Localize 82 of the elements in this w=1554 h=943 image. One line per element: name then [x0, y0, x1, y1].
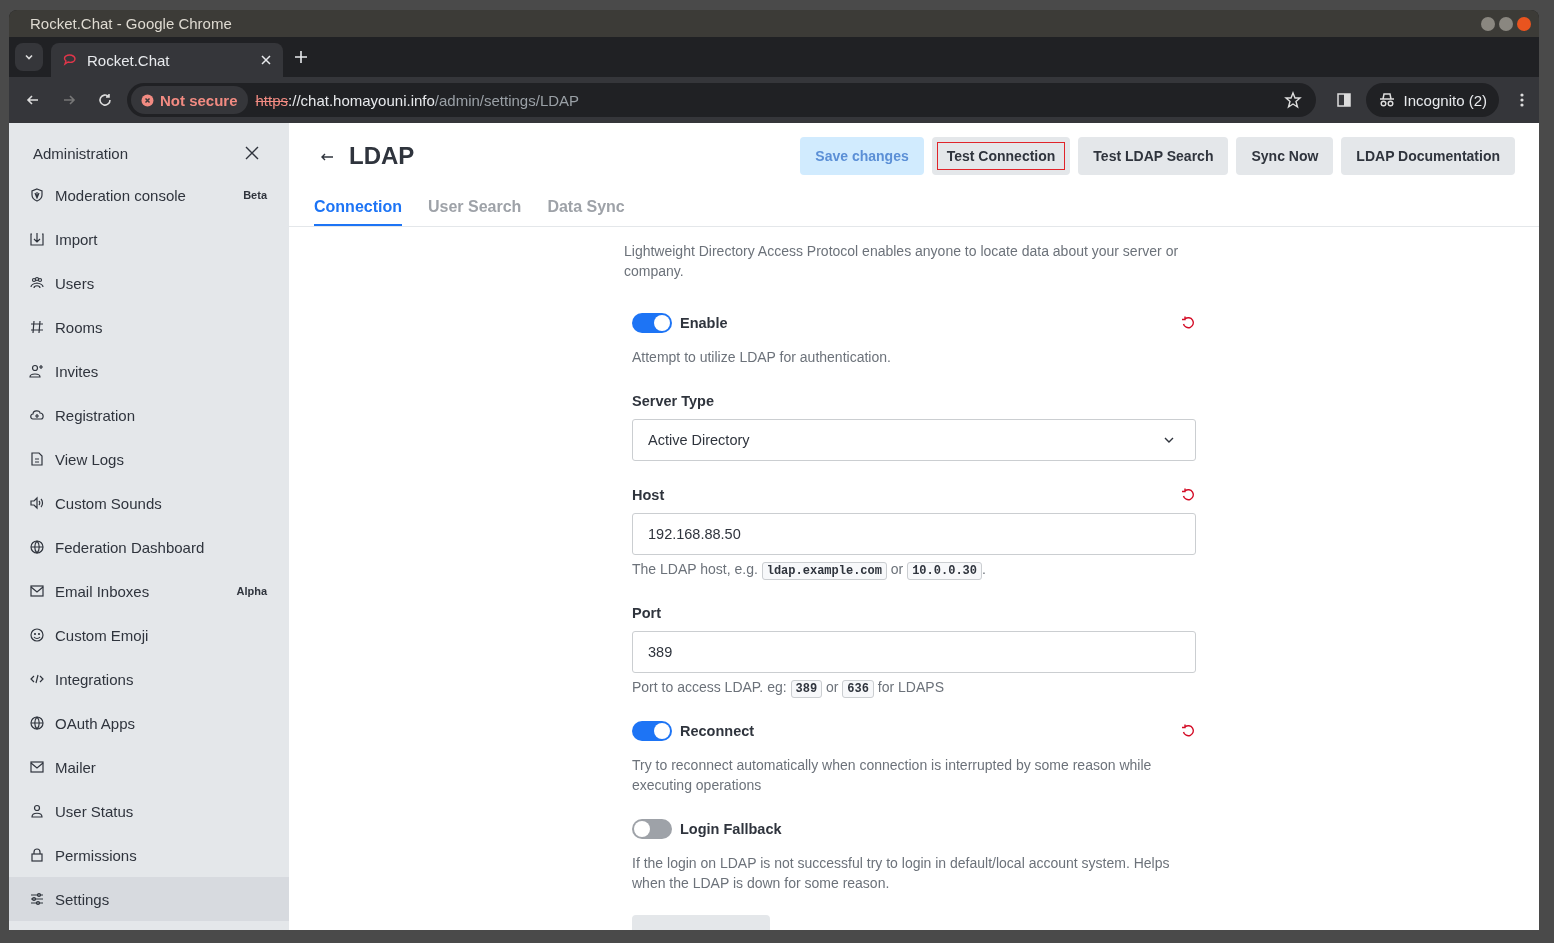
incognito-icon: [1377, 92, 1396, 108]
shield-icon: [29, 187, 45, 203]
sidebar-item[interactable]: Users: [9, 261, 289, 305]
users-icon: [29, 275, 45, 291]
sidebar-item[interactable]: Email Inboxes Alpha: [9, 569, 289, 613]
sidebar-item[interactable]: Federation Dashboard: [9, 525, 289, 569]
field-hint: Attempt to utilize LDAP for authentication.: [632, 348, 892, 367]
lock-icon: [29, 847, 45, 863]
star-icon[interactable]: [1283, 91, 1302, 109]
chat-bubble-icon: [63, 53, 77, 67]
select-field[interactable]: Active Directory: [632, 419, 1196, 461]
close-button[interactable]: [1517, 16, 1531, 31]
sidebar-item[interactable]: Settings: [9, 877, 289, 921]
sliders-icon: [29, 891, 45, 907]
user-plus-icon: [29, 363, 45, 379]
side-panel-icon[interactable]: [1335, 92, 1352, 108]
security-chip[interactable]: Not secure: [131, 86, 248, 114]
globe-icon: [29, 715, 45, 731]
maximize-button[interactable]: [1499, 16, 1513, 31]
sidebar-item[interactable]: OAuth Apps: [9, 701, 289, 745]
minimize-button[interactable]: [1481, 16, 1495, 31]
smiley-icon: [29, 627, 45, 643]
sidebar-title: Administration: [33, 144, 129, 162]
field-label: Login Fallback: [680, 821, 782, 837]
page-title: LDAP: [349, 142, 415, 170]
field-hint: The LDAP host, e.g. ldap.example.com or 10.0.0.30 .: [632, 560, 987, 579]
browser-tab[interactable]: Rocket.Chat: [51, 43, 283, 77]
menu-icon[interactable]: [1519, 92, 1525, 108]
text-field[interactable]: 389: [632, 631, 1196, 673]
sidebar-item[interactable]: Rooms: [9, 305, 289, 349]
speaker-icon: [29, 495, 45, 511]
reset-icon[interactable]: [1180, 723, 1196, 739]
address-bar[interactable]: Not secure https://chat.homayouni.info/admin/settings/LDAP: [127, 83, 1316, 117]
window-title: Rocket.Chat - Google Chrome: [30, 15, 232, 32]
globe-icon: [29, 539, 45, 555]
close-icon[interactable]: [245, 146, 259, 160]
cloud-icon: [29, 407, 45, 423]
sidebar-item[interactable]: Custom Sounds: [9, 481, 289, 525]
field-hint: If the login on LDAP is not successful try to login in default/local account system. Helps when the LDAP is down for some reason.: [632, 854, 1171, 893]
field-label: Reconnect: [680, 723, 755, 739]
sidebar-item[interactable]: Permissions: [9, 833, 289, 877]
section-description: Lightweight Directory Access Protocol enables anyone to locate data about your server or company.: [624, 242, 1180, 281]
close-tab-icon[interactable]: [261, 55, 271, 65]
document-icon: [29, 451, 45, 467]
incognito-button[interactable]: Incognito (2): [1365, 83, 1499, 117]
field-label: Server Type: [632, 393, 714, 409]
field-hint: Port to access LDAP. eg: 389 or 636 for LDAPS: [632, 678, 945, 697]
reset-icon[interactable]: [1180, 315, 1196, 331]
sidebar-item[interactable]: Integrations: [9, 657, 289, 701]
sidebar-item[interactable]: User Status: [9, 789, 289, 833]
header-button[interactable]: Test LDAP Search: [1078, 137, 1229, 175]
new-tab-icon[interactable]: [295, 51, 307, 63]
url-text: https://chat.homayouni.info/admin/settings/LDAP: [255, 91, 580, 109]
toggle-switch[interactable]: [632, 313, 672, 333]
text-field[interactable]: 192.168.88.50: [632, 513, 1196, 555]
field-label: Host: [632, 487, 665, 503]
person-icon: [29, 803, 45, 819]
toggle-switch[interactable]: [632, 819, 672, 839]
sidebar-item[interactable]: Mailer: [9, 745, 289, 789]
field-label: Port: [632, 605, 661, 621]
header-button[interactable]: Sync Now: [1236, 137, 1334, 175]
envelope-icon: [29, 583, 45, 599]
sidebar-item[interactable]: Registration: [9, 393, 289, 437]
envelope-icon: [29, 759, 45, 775]
status-label: Alpha: [236, 585, 267, 597]
hash-icon: [29, 319, 45, 335]
sidebar-item[interactable]: Moderation console Beta: [9, 173, 289, 217]
header-button[interactable]: LDAP Documentation: [1341, 137, 1515, 175]
field-label: Enable: [680, 315, 728, 331]
sidebar-item[interactable]: Invites: [9, 349, 289, 393]
warning-icon: [141, 93, 154, 107]
reset-icon[interactable]: [1180, 487, 1196, 503]
settings-tab[interactable]: Connection: [314, 198, 402, 226]
sidebar-item[interactable]: Import: [9, 217, 289, 261]
sidebar-item[interactable]: View Logs: [9, 437, 289, 481]
header-button[interactable]: Test Connection: [931, 137, 1071, 175]
field-hint: Try to reconnect automatically when connection is interrupted by some reason while executing operations: [632, 756, 1153, 795]
reload-icon[interactable]: [97, 92, 113, 108]
toggle-switch[interactable]: [632, 721, 672, 741]
status-label: Beta: [243, 189, 267, 201]
import-icon: [29, 231, 45, 247]
sidebar-item[interactable]: Custom Emoji: [9, 613, 289, 657]
